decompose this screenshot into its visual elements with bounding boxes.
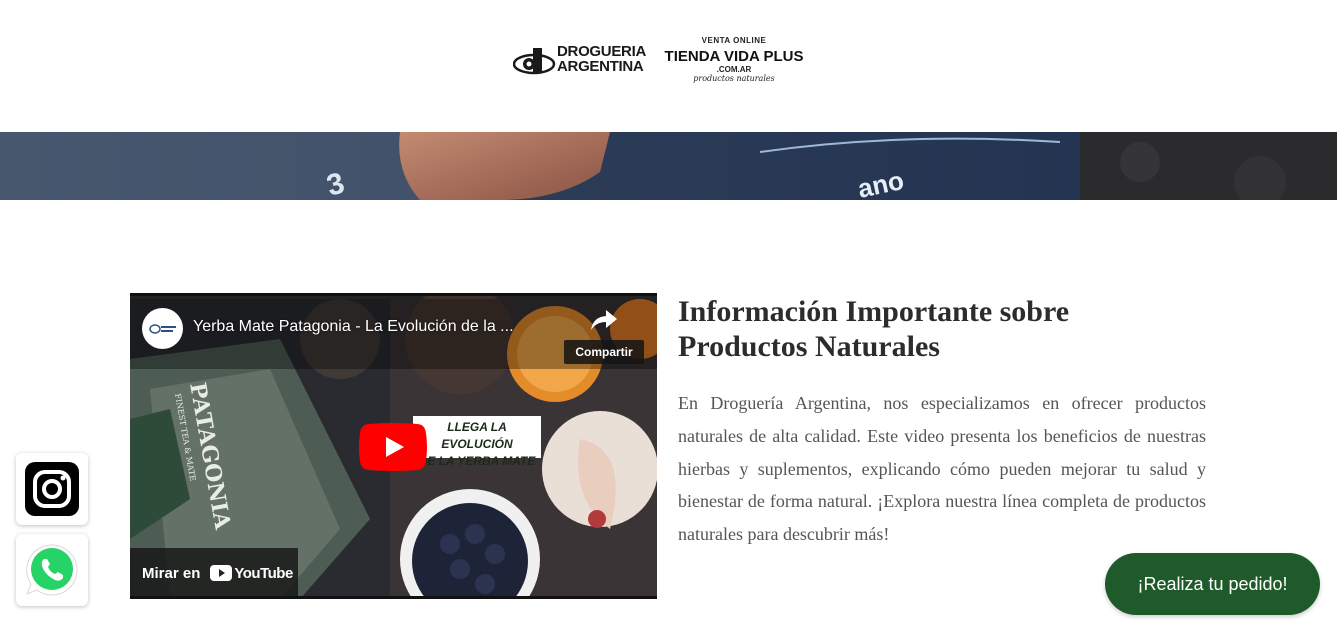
play-button-icon[interactable] <box>359 423 427 471</box>
drogueria-logo-line2: ARGENTINA <box>557 58 644 75</box>
order-now-button[interactable]: ¡Realiza tu pedido! <box>1105 553 1320 615</box>
watch-on-youtube-button[interactable]: Mirar en YouTube <box>130 548 298 596</box>
tienda-vida-plus-logo[interactable]: VENTA ONLINE TIENDA VIDA PLUS .COM.AR pr… <box>659 36 809 92</box>
drogueria-logo-text: DROGUERIA ARGENTINA <box>557 44 646 74</box>
channel-logo-icon <box>148 323 176 334</box>
share-label: Compartir <box>564 340 644 364</box>
site-header: DROGUERIA ARGENTINA VENTA ONLINE TIENDA … <box>0 0 1337 132</box>
info-body: En Droguería Argentina, nos especializam… <box>678 393 1206 545</box>
hero-banner-image: ano 3 <box>0 132 1337 200</box>
channel-avatar[interactable] <box>142 308 183 349</box>
tienda-logo-top: VENTA ONLINE <box>701 36 767 45</box>
tienda-logo-tagline: productos naturales <box>693 74 775 83</box>
banner-artwork: ano 3 <box>0 132 1337 200</box>
whatsapp-icon <box>26 544 78 596</box>
youtube-label: YouTube <box>234 564 293 582</box>
header-logos[interactable]: DROGUERIA ARGENTINA VENTA ONLINE TIENDA … <box>513 36 813 92</box>
whatsapp-button[interactable] <box>16 534 88 606</box>
tienda-logo-main: TIENDA VIDA PLUS <box>664 48 804 65</box>
video-overlay-caption: LLEGA LA EVOLUCIÓN DE LA YERBA MATE <box>413 416 541 468</box>
youtube-logo-icon <box>210 565 233 581</box>
info-section: Información Importante sobre Productos N… <box>678 294 1206 551</box>
share-button[interactable]: Compartir <box>564 308 644 364</box>
watch-on-label: Mirar en <box>142 564 201 582</box>
drogueria-logo-mark-icon <box>513 48 556 75</box>
info-heading: Información Importante sobre Productos N… <box>678 295 1070 363</box>
overlay-line1: LLEGA LA EVOLUCIÓN <box>441 420 513 451</box>
overlay-line2: DE LA YERBA MATE <box>418 454 536 468</box>
instagram-button[interactable] <box>16 453 88 525</box>
youtube-video-embed[interactable]: PATAGONIA FINEST TEA & MATE Yerba Mate P… <box>130 293 657 599</box>
tienda-logo-domain: .COM.AR <box>716 65 752 74</box>
instagram-icon <box>25 462 79 516</box>
youtube-wordmark: YouTube <box>210 564 293 582</box>
share-arrow-icon <box>591 310 617 330</box>
drogueria-argentina-logo[interactable]: DROGUERIA ARGENTINA <box>513 44 653 78</box>
video-title[interactable]: Yerba Mate Patagonia - La Evolución de l… <box>193 318 573 336</box>
